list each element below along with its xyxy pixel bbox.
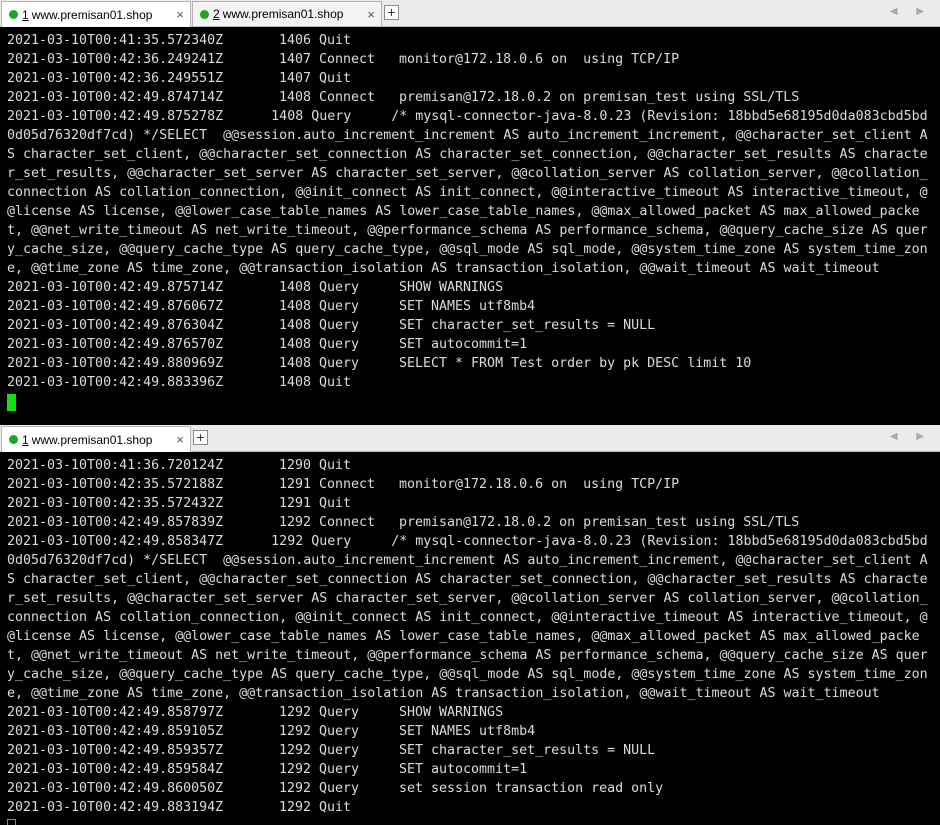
- log-line: 2021-03-10T00:42:49.859584Z 1292 Query SET …: [7, 762, 528, 777]
- log-line: 2021-03-10T00:42:36.249241Z 1407 Connect mo…: [7, 52, 680, 67]
- log-line: 2021-03-10T00:42:36.249551Z 1407 Quit: [7, 71, 352, 86]
- log-line: 2021-03-10T00:42:35.572432Z 1291 Quit: [7, 496, 352, 511]
- log-line: 2021-03-10T00:42:49.857839Z 1292 Connect pr…: [7, 515, 800, 530]
- tab-bar: 1 www.premisan01.shop × 2 www.premisan01…: [0, 0, 940, 27]
- terminal-cursor: [7, 394, 16, 411]
- tab-title: www.premisan01.shop: [222, 7, 344, 21]
- log-line: 2021-03-10T00:42:49.858797Z 1292 Query SHOW…: [7, 705, 504, 720]
- terminal-output[interactable]: 2021-03-10T00:41:35.572340Z 1406 Quit 2021…: [0, 27, 940, 425]
- log-line: 2021-03-10T00:42:49.876067Z 1408 Query SET …: [7, 299, 536, 314]
- log-line: 2021-03-10T00:42:49.859357Z 1292 Query SET …: [7, 743, 656, 758]
- log-line: 2021-03-10T00:42:49.883194Z 1292 Quit: [7, 800, 352, 815]
- log-query-wrapped: 2021-03-10T00:42:49.875278Z 1408 Query /…: [7, 109, 928, 276]
- log-line: 2021-03-10T00:42:49.875714Z 1408 Query SHOW…: [7, 280, 504, 295]
- tab-number: 2: [213, 7, 220, 21]
- close-tab-icon[interactable]: ×: [176, 432, 184, 447]
- close-tab-icon[interactable]: ×: [367, 7, 375, 22]
- tab-session-2[interactable]: 2 www.premisan01.shop ×: [192, 1, 382, 26]
- tab-number: 1: [22, 7, 29, 22]
- connected-status-icon: [200, 9, 209, 19]
- terminal-output[interactable]: 2021-03-10T00:41:36.720124Z 1290 Quit 2021…: [0, 452, 940, 825]
- tab-number: 1: [22, 432, 29, 447]
- tab-bar: 1 www.premisan01.shop × + ◀ ▶: [0, 425, 940, 452]
- tab-title: www.premisan01.shop: [31, 432, 153, 447]
- add-tab-button[interactable]: +: [193, 430, 208, 445]
- terminal-cursor: [7, 819, 16, 825]
- log-line: 2021-03-10T00:42:49.880969Z 1408 Query SELE…: [7, 356, 752, 371]
- log-line: 2021-03-10T00:41:35.572340Z 1406 Quit: [7, 33, 352, 48]
- log-line: 2021-03-10T00:42:49.860050Z 1292 Query set …: [7, 781, 664, 796]
- tab-scroll-arrows[interactable]: ◀ ▶: [890, 431, 932, 442]
- connected-status-icon: [9, 10, 18, 19]
- connected-status-icon: [9, 435, 18, 444]
- terminal-pane-bottom: 1 www.premisan01.shop × + ◀ ▶ 2021-03-10…: [0, 425, 940, 825]
- log-line: 2021-03-10T00:42:49.883396Z 1408 Quit: [7, 375, 352, 390]
- log-line: 2021-03-10T00:42:49.874714Z 1408 Connect pr…: [7, 90, 800, 105]
- log-line: 2021-03-10T00:41:36.720124Z 1290 Quit: [7, 458, 352, 473]
- tab-session-1[interactable]: 1 www.premisan01.shop ×: [1, 1, 191, 27]
- tab-session-1[interactable]: 1 www.premisan01.shop ×: [1, 426, 191, 452]
- log-line: 2021-03-10T00:42:49.859105Z 1292 Query SET …: [7, 724, 536, 739]
- close-tab-icon[interactable]: ×: [176, 7, 184, 22]
- log-query-wrapped: 2021-03-10T00:42:49.858347Z 1292 Query /…: [7, 534, 928, 701]
- tab-title: www.premisan01.shop: [31, 7, 153, 22]
- log-line: 2021-03-10T00:42:49.876570Z 1408 Query SET …: [7, 337, 528, 352]
- tab-scroll-arrows[interactable]: ◀ ▶: [890, 6, 932, 17]
- terminal-pane-top: 1 www.premisan01.shop × 2 www.premisan01…: [0, 0, 940, 425]
- add-tab-button[interactable]: +: [384, 5, 399, 20]
- log-line: 2021-03-10T00:42:35.572188Z 1291 Connect mo…: [7, 477, 680, 492]
- log-line: 2021-03-10T00:42:49.876304Z 1408 Query SET …: [7, 318, 656, 333]
